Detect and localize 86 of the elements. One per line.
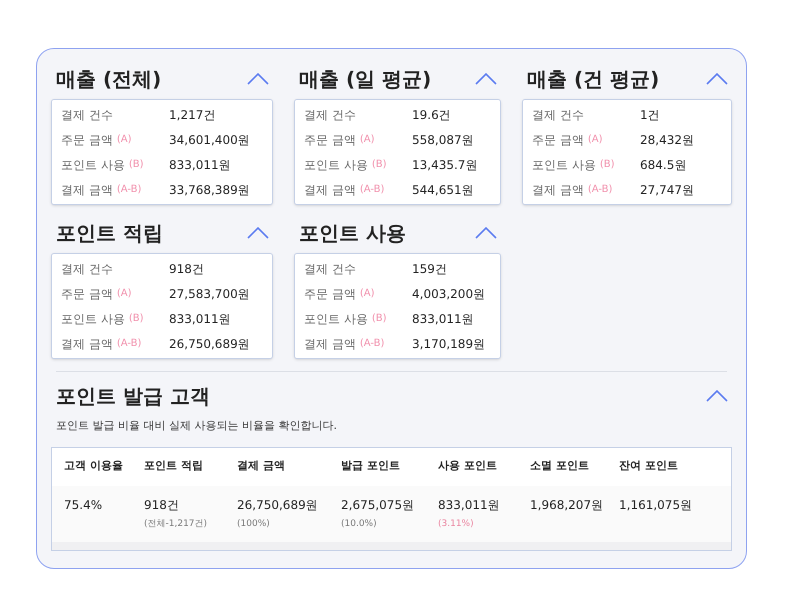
row-value: 1,217건 bbox=[169, 106, 216, 124]
section-title: 포인트 발급 고객 bbox=[56, 383, 210, 410]
column-header: 잔여 포인트 bbox=[619, 458, 679, 474]
row-value: 159건 bbox=[412, 260, 447, 278]
formula-tag: (A) bbox=[360, 132, 374, 147]
row-value: 918건 bbox=[169, 260, 204, 278]
row-value: 558,087원 bbox=[412, 132, 474, 148]
row-label: 주문 금액 bbox=[61, 132, 113, 148]
row-label: 결제 금액 bbox=[304, 182, 356, 198]
row-value: 544,651원 bbox=[412, 182, 474, 198]
row-label: 포인트 사용 bbox=[532, 156, 596, 174]
formula-tag: (A) bbox=[116, 286, 132, 301]
row-label: 주문 금액 bbox=[304, 286, 356, 302]
row-value: 19.6건 bbox=[412, 106, 451, 124]
table-cell-text: 26,750,689원 bbox=[237, 496, 319, 514]
row-label: 포인트 사용 bbox=[61, 156, 125, 174]
row-label: 결제 금액 bbox=[532, 182, 584, 198]
section-description: 포인트 발급 비율 대비 실제 사용되는 비율을 확인합니다. bbox=[55, 418, 338, 434]
row-label: 결제 건수 bbox=[61, 260, 113, 278]
collapse-icon[interactable] bbox=[706, 73, 728, 85]
table-cell-text: 1,161,075원 bbox=[619, 496, 694, 514]
formula-tag: (A-B) bbox=[116, 336, 142, 351]
collapse-icon[interactable] bbox=[475, 73, 497, 85]
collapse-icon[interactable] bbox=[475, 227, 497, 239]
row-label: 결제 건수 bbox=[61, 106, 113, 124]
section-title: 포인트 사용 bbox=[299, 220, 406, 247]
section-title: 매출 (일 평균) bbox=[299, 66, 432, 93]
row-value: 28,432원 bbox=[640, 132, 694, 148]
formula-tag: (A-B) bbox=[116, 182, 142, 197]
formula-tag: (A-B) bbox=[360, 182, 384, 197]
formula-tag: (B) bbox=[600, 157, 614, 172]
table-cell-text: 918건 bbox=[144, 496, 180, 514]
row-value: 33,768,389원 bbox=[169, 182, 250, 198]
row-label: 주문 금액 bbox=[532, 132, 584, 148]
row-label: 포인트 사용 bbox=[304, 310, 368, 328]
row-value: 833,011원 bbox=[169, 156, 231, 174]
row-value: 27,583,700원 bbox=[169, 286, 250, 302]
table-cell-text: 2,675,075원 bbox=[341, 496, 416, 514]
row-value: 684.5원 bbox=[640, 156, 686, 174]
row-label: 결제 금액 bbox=[61, 336, 113, 352]
column-header: 고객 이용율 bbox=[64, 458, 124, 474]
section-title: 포인트 적립 bbox=[56, 220, 163, 247]
collapse-icon[interactable] bbox=[247, 73, 269, 85]
formula-tag: (B) bbox=[128, 157, 144, 172]
row-value: 3,170,189원 bbox=[412, 336, 486, 352]
row-value: 34,601,400원 bbox=[169, 132, 250, 148]
row-value: 833,011원 bbox=[412, 310, 474, 328]
row-label: 결제 건수 bbox=[304, 106, 356, 124]
collapse-icon[interactable] bbox=[706, 390, 728, 402]
formula-tag: (A) bbox=[588, 132, 602, 147]
row-label: 포인트 사용 bbox=[304, 156, 368, 174]
formula-tag: (B) bbox=[128, 311, 144, 326]
row-label: 포인트 사용 bbox=[61, 310, 125, 328]
formula-tag: (A) bbox=[360, 286, 374, 301]
formula-tag: (A-B) bbox=[360, 336, 384, 351]
row-label: 주문 금액 bbox=[304, 132, 356, 148]
formula-tag: (A-B) bbox=[588, 182, 612, 197]
row-value: 27,747원 bbox=[640, 182, 694, 198]
row-label: 결제 건수 bbox=[304, 260, 356, 278]
formula-tag: (B) bbox=[372, 311, 386, 326]
row-value: 4,003,200원 bbox=[412, 286, 486, 302]
row-value: 26,750,689원 bbox=[169, 336, 250, 352]
column-header: 사용 포인트 bbox=[438, 458, 498, 474]
cell-note: (10.0%) bbox=[341, 518, 378, 530]
section-title: 매출 (전체) bbox=[56, 66, 162, 93]
table-cell-text: 75.4% bbox=[64, 496, 104, 514]
table-cell-text: 1,968,207원 bbox=[530, 496, 604, 514]
row-label: 주문 금액 bbox=[61, 286, 113, 302]
row-label: 결제 금액 bbox=[61, 182, 113, 198]
row-value: 1건 bbox=[640, 106, 660, 124]
cell-note: (3.11%) bbox=[438, 518, 475, 530]
table-cell-text: 833,011원 bbox=[438, 496, 501, 514]
collapse-icon[interactable] bbox=[247, 227, 269, 239]
cell-note: (100%) bbox=[237, 518, 271, 530]
column-header: 포인트 적립 bbox=[144, 458, 204, 474]
row-label: 결제 금액 bbox=[304, 336, 356, 352]
row-value: 833,011원 bbox=[169, 310, 231, 328]
formula-tag: (B) bbox=[372, 157, 386, 172]
row-label: 결제 건수 bbox=[532, 106, 584, 124]
row-value: 13,435.7원 bbox=[412, 156, 478, 174]
column-header: 소멸 포인트 bbox=[530, 458, 590, 474]
cell-note: (전체-1,217건) bbox=[144, 518, 208, 530]
section-title: 매출 (건 평균) bbox=[527, 66, 660, 93]
formula-tag: (A) bbox=[116, 132, 132, 147]
column-header: 발급 포인트 bbox=[341, 458, 401, 474]
column-header: 결제 금액 bbox=[237, 458, 286, 474]
